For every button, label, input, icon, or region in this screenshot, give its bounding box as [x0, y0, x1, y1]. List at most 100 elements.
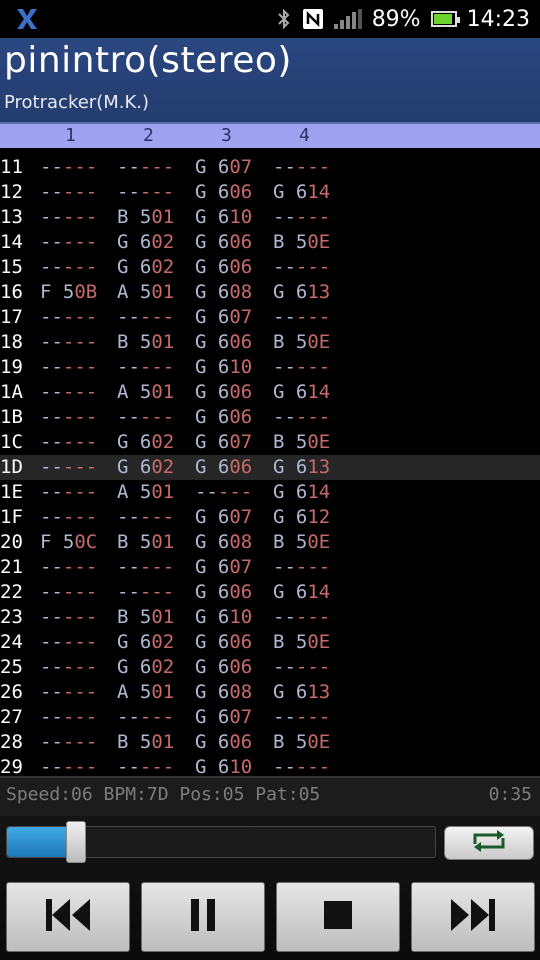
- note-cell: B 501: [117, 731, 175, 753]
- repeat-button[interactable]: [444, 826, 534, 860]
- note-cell: G 607: [195, 156, 253, 178]
- note-cell: B 501: [117, 531, 175, 553]
- elapsed-time: 0:35: [488, 784, 532, 805]
- row-number: 14: [0, 231, 23, 253]
- pattern-view[interactable]: 11 ----- ----- G 607 ----- 12 ----- ----- G 606 G…: [0, 150, 540, 775]
- note-cell: -----: [117, 356, 175, 378]
- note-cell: G 606: [195, 256, 253, 278]
- note-cell: B 50E: [273, 331, 331, 353]
- note-cell: G 613: [273, 456, 331, 478]
- next-button[interactable]: [411, 882, 535, 952]
- note-cell: -----: [40, 706, 98, 728]
- note-cell: -----: [40, 406, 98, 428]
- note-cell: A 501: [117, 681, 175, 703]
- pattern-row: 21 ----- ----- G 607 -----: [0, 555, 540, 580]
- seek-thumb[interactable]: [65, 821, 86, 863]
- stop-button[interactable]: [276, 882, 400, 952]
- note-cell: G 606: [195, 581, 253, 603]
- note-cell: -----: [40, 356, 98, 378]
- note-cell: G 614: [273, 481, 331, 503]
- note-cell: B 50E: [273, 731, 331, 753]
- channel-header: 1 2 3 4: [0, 124, 540, 148]
- pattern-row: 24 ----- G 602 G 606 B 50E: [0, 630, 540, 655]
- note-cell: G 602: [117, 256, 175, 278]
- note-cell: -----: [117, 156, 175, 178]
- row-number: 1F: [0, 506, 23, 528]
- note-cell: -----: [117, 406, 175, 428]
- note-cell: -----: [195, 481, 253, 503]
- note-cell: F 50C: [40, 531, 98, 553]
- note-cell: -----: [40, 481, 98, 503]
- note-cell: G 610: [195, 756, 253, 775]
- previous-button[interactable]: [6, 882, 130, 952]
- note-cell: -----: [40, 656, 98, 678]
- pattern-row: 20 F 50C B 501 G 608 B 50E: [0, 530, 540, 555]
- note-cell: G 607: [195, 506, 253, 528]
- note-cell: -----: [117, 706, 175, 728]
- pattern-row: 25 ----- G 602 G 606 -----: [0, 655, 540, 680]
- repeat-icon: [469, 830, 509, 856]
- note-cell: -----: [117, 556, 175, 578]
- pause-button[interactable]: [141, 882, 265, 952]
- note-cell: -----: [273, 206, 331, 228]
- note-cell: G 610: [195, 206, 253, 228]
- song-format: Protracker(M.K.): [4, 92, 150, 113]
- info-bar: Speed:06 BPM:7D Pos:05 Pat:05 0:35: [0, 776, 540, 816]
- note-cell: -----: [273, 706, 331, 728]
- note-cell: G 602: [117, 431, 175, 453]
- note-cell: -----: [40, 731, 98, 753]
- skip-previous-icon: [44, 897, 92, 937]
- pattern-row: 18 ----- B 501 G 606 B 50E: [0, 330, 540, 355]
- song-header: pinintro(stereo) Protracker(M.K.): [0, 38, 540, 124]
- row-number: 13: [0, 206, 23, 228]
- note-cell: -----: [40, 431, 98, 453]
- pattern-row: 17 ----- ----- G 607 -----: [0, 305, 540, 330]
- note-cell: G 606: [195, 231, 253, 253]
- pattern-row: 22 ----- ----- G 606 G 614: [0, 580, 540, 605]
- note-cell: G 608: [195, 531, 253, 553]
- pattern-row: 27 ----- ----- G 607 -----: [0, 705, 540, 730]
- pattern-row: 12 ----- ----- G 606 G 614: [0, 180, 540, 205]
- row-number: 16: [0, 281, 23, 303]
- note-cell: A 501: [117, 381, 175, 403]
- note-cell: -----: [117, 306, 175, 328]
- playback-info: Speed:06 BPM:7D Pos:05 Pat:05: [6, 784, 321, 805]
- row-number: 19: [0, 356, 23, 378]
- row-number: 27: [0, 706, 23, 728]
- seek-bar[interactable]: [6, 821, 436, 863]
- note-cell: B 50E: [273, 531, 331, 553]
- signal-icon: [333, 9, 362, 29]
- note-cell: -----: [40, 181, 98, 203]
- row-number: 11: [0, 156, 23, 178]
- song-title: pinintro(stereo): [4, 40, 292, 81]
- pattern-row: 1A ----- A 501 G 606 G 614: [0, 380, 540, 405]
- note-cell: G 607: [195, 431, 253, 453]
- pattern-row: 1E ----- A 501 ----- G 614: [0, 480, 540, 505]
- channel-label: 4: [299, 125, 310, 146]
- note-cell: -----: [117, 506, 175, 528]
- player-controls: [0, 816, 540, 960]
- note-cell: -----: [40, 631, 98, 653]
- clock: 14:23: [466, 6, 530, 32]
- note-cell: -----: [273, 156, 331, 178]
- pattern-row: 1B ----- ----- G 606 -----: [0, 405, 540, 430]
- note-cell: -----: [117, 181, 175, 203]
- note-cell: -----: [273, 356, 331, 378]
- battery-icon: [430, 11, 460, 27]
- note-cell: G 602: [117, 456, 175, 478]
- current-pattern-row: 1D ----- G 602 G 606 G 613: [0, 455, 540, 480]
- row-number: 1C: [0, 431, 23, 453]
- row-number: 1B: [0, 406, 23, 428]
- note-cell: -----: [40, 156, 98, 178]
- note-cell: -----: [40, 581, 98, 603]
- pattern-row: 23 ----- B 501 G 610 -----: [0, 605, 540, 630]
- note-cell: G 607: [195, 556, 253, 578]
- status-bar: 89% 14:23: [0, 0, 540, 38]
- bluetooth-icon: [276, 7, 292, 31]
- row-number: 12: [0, 181, 23, 203]
- note-cell: -----: [40, 556, 98, 578]
- stop-icon: [324, 901, 352, 933]
- row-number: 21: [0, 556, 23, 578]
- pattern-row: 19 ----- ----- G 610 -----: [0, 355, 540, 380]
- note-cell: G 608: [195, 281, 253, 303]
